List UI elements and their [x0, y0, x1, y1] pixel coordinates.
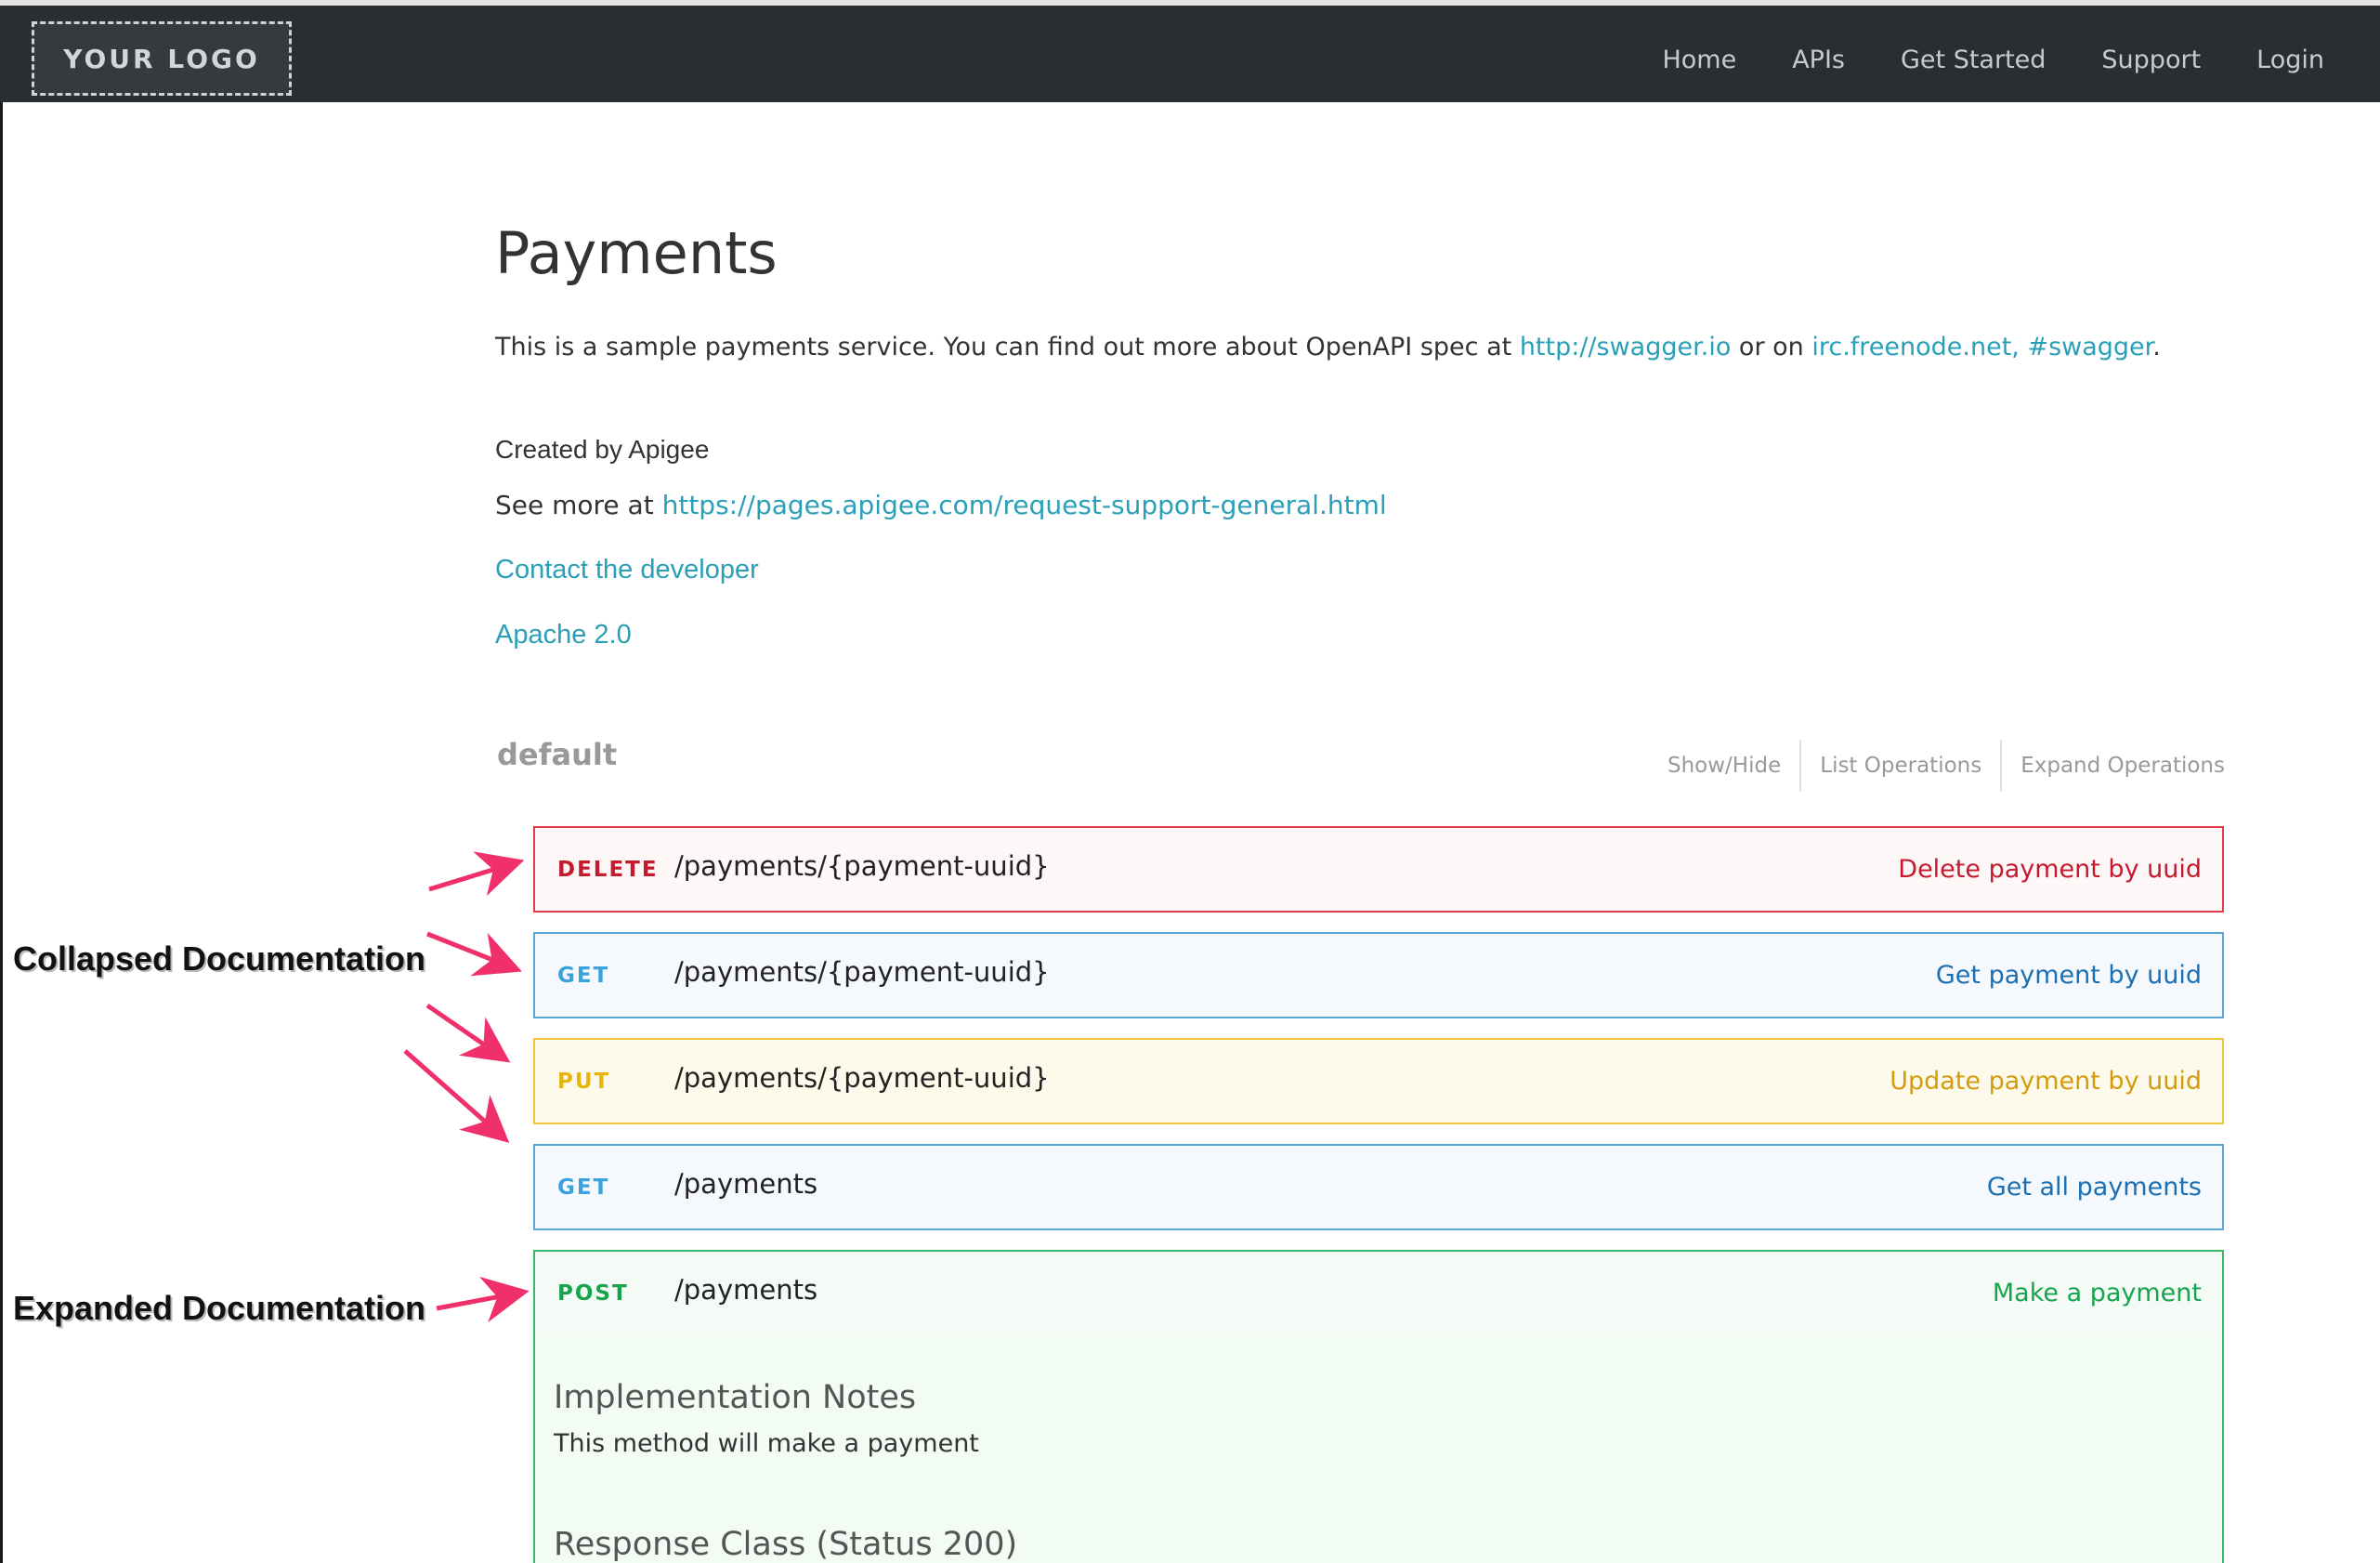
endpoint-summary[interactable]: Make a payment: [1993, 1279, 2222, 1307]
expanded-documentation-label: Expanded Documentation: [13, 1289, 426, 1327]
endpoint-get-all-payments[interactable]: GET /payments Get all payments: [533, 1144, 2224, 1230]
endpoint-summary[interactable]: Delete payment by uuid: [1898, 855, 2222, 884]
method-badge: GET: [557, 1175, 610, 1200]
nav-apis[interactable]: APIs: [1792, 46, 1845, 74]
arrow-to-get-all: [403, 1049, 510, 1143]
description-text: This is a sample payments service. You c…: [495, 333, 1520, 361]
irc-link[interactable]: irc.freenode.net, #swagger: [1811, 333, 2152, 361]
endpoint-path[interactable]: /payments/{payment-uuid}: [674, 850, 1898, 882]
list-operations-link[interactable]: List Operations: [1801, 754, 2000, 778]
endpoint-summary[interactable]: Get all payments: [1987, 1173, 2222, 1202]
nav-home[interactable]: Home: [1662, 46, 1736, 74]
method-badge: DELETE: [557, 857, 659, 882]
arrow-to-post: [436, 1276, 530, 1323]
arrow-to-put: [425, 1003, 511, 1063]
page-edge: [0, 102, 3, 1563]
created-by: Created by Apigee: [495, 435, 710, 464]
endpoint-path[interactable]: /payments: [674, 1168, 1987, 1200]
arrow-to-get: [426, 931, 522, 977]
show-hide-link[interactable]: Show/Hide: [1649, 754, 1799, 778]
site-logo[interactable]: YOUR LOGO: [32, 21, 292, 96]
expand-operations-link[interactable]: Expand Operations: [2002, 754, 2225, 778]
endpoint-update-payment[interactable]: PUT /payments/{payment-uuid} Update paym…: [533, 1038, 2224, 1124]
swagger-link[interactable]: http://swagger.io: [1520, 333, 1732, 361]
endpoint-path[interactable]: /payments/{payment-uuid}: [674, 956, 1936, 988]
see-more-label: See more at: [495, 490, 662, 520]
response-class-heading: Response Class (Status 200): [554, 1526, 1018, 1563]
arrow-to-delete: [428, 851, 525, 897]
support-link[interactable]: https://pages.apigee.com/request-support…: [662, 490, 1387, 520]
method-badge: GET: [557, 963, 610, 988]
description-text-middle: or on: [1731, 333, 1812, 361]
top-navbar: YOUR LOGO Home APIs Get Started Support …: [0, 0, 2380, 102]
resource-name[interactable]: default: [497, 737, 617, 772]
endpoint-details-panel: Implementation Notes This method will ma…: [533, 1334, 2224, 1563]
endpoint-path[interactable]: /payments: [674, 1274, 1993, 1306]
endpoint-get-payment[interactable]: GET /payments/{payment-uuid} Get payment…: [533, 932, 2224, 1018]
nav-get-started[interactable]: Get Started: [1901, 46, 2046, 74]
method-badge: PUT: [557, 1069, 611, 1094]
api-description: This is a sample payments service. You c…: [495, 333, 2161, 361]
description-text-end: .: [2152, 333, 2161, 361]
endpoint-summary[interactable]: Update payment by uuid: [1890, 1067, 2222, 1096]
method-badge: POST: [557, 1281, 629, 1306]
main-nav: Home APIs Get Started Support Login: [1662, 11, 2380, 108]
endpoint-make-payment[interactable]: POST /payments Make a payment: [533, 1250, 2224, 1336]
see-more: See more at https://pages.apigee.com/req…: [495, 490, 1387, 520]
license-link[interactable]: Apache 2.0: [495, 620, 632, 650]
endpoint-summary[interactable]: Get payment by uuid: [1936, 961, 2222, 990]
implementation-notes-heading: Implementation Notes: [554, 1379, 917, 1416]
endpoint-delete-payment[interactable]: DELETE /payments/{payment-uuid} Delete p…: [533, 826, 2224, 913]
nav-support[interactable]: Support: [2101, 46, 2201, 74]
nav-login[interactable]: Login: [2256, 46, 2324, 74]
page-title: Payments: [495, 219, 778, 287]
operations-toolbar: Show/Hide List Operations Expand Operati…: [1649, 740, 2225, 792]
implementation-notes-text: This method will make a payment: [554, 1429, 979, 1458]
collapsed-documentation-label: Collapsed Documentation: [13, 939, 426, 978]
endpoint-path[interactable]: /payments/{payment-uuid}: [674, 1062, 1890, 1094]
contact-developer-link[interactable]: Contact the developer: [495, 555, 759, 585]
